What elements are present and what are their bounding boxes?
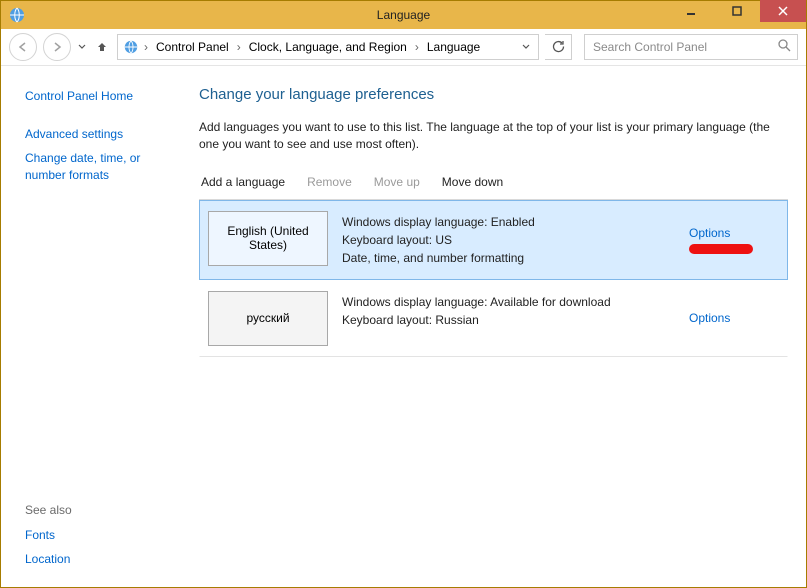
window: Language xyxy=(0,0,807,588)
back-button[interactable] xyxy=(9,33,37,61)
titlebar: Language xyxy=(1,1,806,29)
options-link[interactable]: Options xyxy=(689,226,730,240)
maximize-button[interactable] xyxy=(714,0,760,22)
advanced-settings-link[interactable]: Advanced settings xyxy=(25,126,179,142)
search-icon xyxy=(778,39,791,55)
breadcrumb-item[interactable]: Control Panel xyxy=(152,40,233,54)
search-box[interactable] xyxy=(584,34,798,60)
body: Control Panel Home Advanced settings Cha… xyxy=(1,66,806,587)
language-toolbar: Add a language Remove Move up Move down xyxy=(199,171,788,199)
language-row[interactable]: русский Windows display language: Availa… xyxy=(199,280,788,357)
language-options: Options xyxy=(689,211,779,269)
search-input[interactable] xyxy=(591,39,774,55)
control-panel-home-link[interactable]: Control Panel Home xyxy=(25,88,179,104)
refresh-button[interactable] xyxy=(545,34,572,60)
options-link[interactable]: Options xyxy=(689,311,730,325)
language-detail-line: Windows display language: Available for … xyxy=(342,293,675,311)
page-description: Add languages you want to use to this li… xyxy=(199,119,788,153)
redacted-area xyxy=(689,244,753,254)
history-dropdown[interactable] xyxy=(77,43,87,51)
content: Change your language preferences Add lan… xyxy=(191,66,806,587)
language-details: Windows display language: Available for … xyxy=(328,291,689,346)
breadcrumb-item[interactable]: Language xyxy=(423,40,484,54)
date-time-formats-link[interactable]: Change date, time, or number formats xyxy=(25,150,179,182)
language-row[interactable]: English (United States) Windows display … xyxy=(199,200,788,280)
minimize-button[interactable] xyxy=(668,0,714,22)
language-details: Windows display language: Enabled Keyboa… xyxy=(328,211,689,269)
language-name-box: English (United States) xyxy=(208,211,328,266)
remove-language-button[interactable]: Remove xyxy=(307,175,352,189)
up-button[interactable] xyxy=(93,36,111,58)
address-dropdown[interactable] xyxy=(518,40,534,54)
language-detail-line: Windows display language: Enabled xyxy=(342,213,675,231)
navbar: › Control Panel › Clock, Language, and R… xyxy=(1,29,806,66)
add-language-button[interactable]: Add a language xyxy=(201,175,285,189)
language-name-box: русский xyxy=(208,291,328,346)
see-also-label: See also xyxy=(25,503,179,517)
page-heading: Change your language preferences xyxy=(199,86,788,103)
close-button[interactable] xyxy=(760,0,806,22)
move-down-button[interactable]: Move down xyxy=(442,175,503,189)
location-link[interactable]: Location xyxy=(25,551,179,567)
language-detail-line: Keyboard layout: US xyxy=(342,231,675,249)
chevron-right-icon: › xyxy=(235,40,243,54)
sidebar: Control Panel Home Advanced settings Cha… xyxy=(1,66,191,587)
forward-button[interactable] xyxy=(43,33,71,61)
language-list: English (United States) Windows display … xyxy=(199,199,788,357)
language-options: Options xyxy=(689,291,779,346)
language-detail-line: Date, time, and number formatting xyxy=(342,249,675,267)
chevron-right-icon: › xyxy=(142,40,150,54)
window-buttons xyxy=(668,1,806,29)
move-up-button[interactable]: Move up xyxy=(374,175,420,189)
language-detail-line: Keyboard layout: Russian xyxy=(342,311,675,329)
chevron-right-icon: › xyxy=(413,40,421,54)
address-bar[interactable]: › Control Panel › Clock, Language, and R… xyxy=(117,34,539,60)
fonts-link[interactable]: Fonts xyxy=(25,527,179,543)
language-icon xyxy=(122,38,140,56)
breadcrumb-item[interactable]: Clock, Language, and Region xyxy=(245,40,411,54)
language-app-icon xyxy=(7,5,27,25)
